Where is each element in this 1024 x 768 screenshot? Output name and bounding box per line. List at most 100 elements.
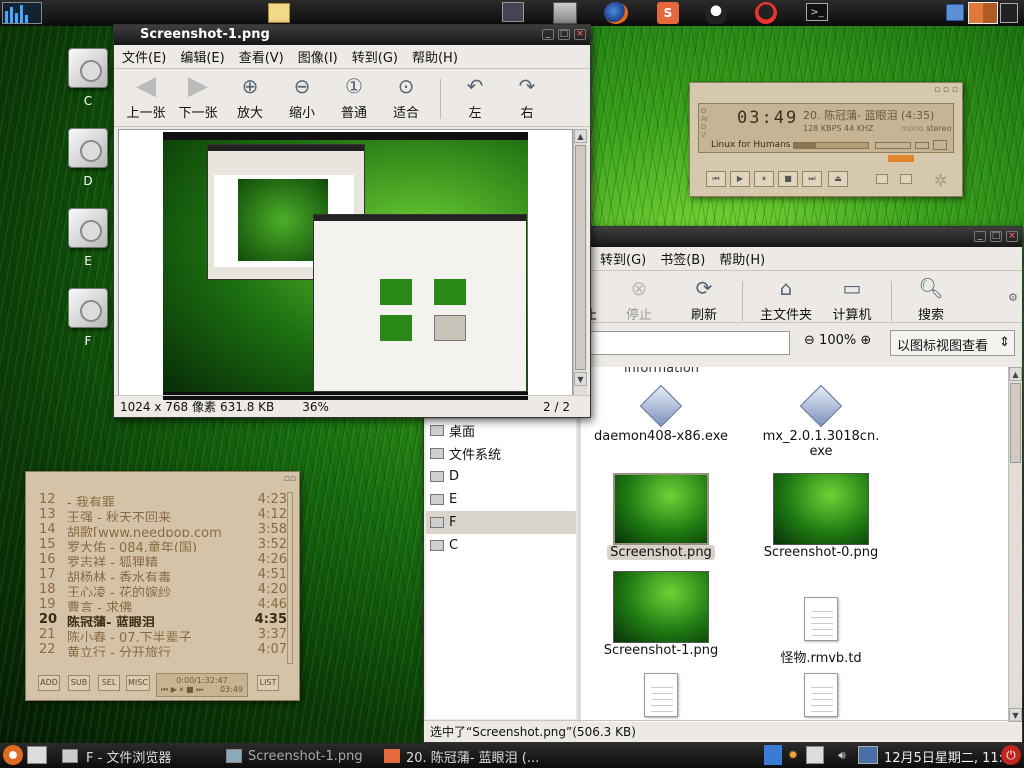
toolbar-overflow-icon[interactable]: ⚙ [1008, 291, 1018, 304]
home-button[interactable]: ⌂ 主文件夹 [751, 275, 821, 323]
playlist-row[interactable]: 14 胡歌[www.needpop.com 3:58 [39, 522, 287, 537]
menu-file[interactable]: 文件(E) [122, 47, 166, 66]
image-viewer-titlebar[interactable]: Screenshot-1.png _ □ × [114, 25, 590, 45]
repeat-button[interactable] [900, 174, 912, 184]
close-button[interactable]: × [1006, 231, 1018, 242]
shuffle-button[interactable] [876, 174, 888, 184]
playlist-scrollbar[interactable] [287, 492, 293, 664]
keyboard-icon[interactable] [806, 746, 824, 764]
playlist-row[interactable]: 18 王心凌 - 花的嫁纱 4:20 [39, 582, 287, 597]
playlist-sel-button[interactable]: SEL [98, 675, 120, 691]
previous-button[interactable]: ⏮ [706, 171, 726, 187]
maximize-button[interactable]: □ [558, 29, 570, 40]
refresh-button[interactable]: ⟳ 刷新 [674, 275, 734, 323]
workspace-switcher-icon[interactable] [968, 2, 998, 24]
menu-image[interactable]: 图像(I) [298, 47, 338, 66]
zoom-normal-button[interactable]: ① 普通 [328, 73, 380, 121]
scroll-down-icon[interactable]: ▼ [574, 372, 587, 386]
sidebar-item-c[interactable]: C [426, 534, 576, 557]
scroll-up-icon[interactable]: ▲ [574, 129, 587, 143]
play-button[interactable]: ▶ [730, 171, 750, 187]
update-icon[interactable]: ✹ [784, 746, 802, 764]
playlist-row[interactable]: 17 胡杨林 - 香水有毒 4:51 [39, 567, 287, 582]
file-item[interactable]: 怪物.rmvb.td [751, 597, 891, 666]
playlist-sub-button[interactable]: SUB [68, 675, 90, 691]
rotate-right-button[interactable]: ↷ 右 [501, 73, 553, 121]
menu-bookmarks[interactable]: 书签(B) [660, 249, 705, 268]
desktop-drive-c[interactable]: C [58, 48, 118, 108]
zoom-in-icon[interactable]: ⊕ [860, 333, 871, 348]
pause-button[interactable]: ⏸ [754, 171, 774, 187]
file-item[interactable]: Screenshot-1.png [591, 571, 731, 658]
playlist-row[interactable]: 20 陈冠蒲- 蓝眼泪 4:35 [39, 612, 287, 627]
ubuntu-menu-icon[interactable] [3, 745, 23, 765]
playlist-row[interactable]: 21 陈小春 - 07.下半辈子 3:37 [39, 627, 287, 642]
file-item-selected[interactable]: Screenshot.png [591, 473, 731, 560]
sidebar-item-e[interactable]: E [426, 488, 576, 511]
playlist-row[interactable]: 19 曹言 - 求佛 4:46 [39, 597, 287, 612]
player-window-buttons[interactable]: ▫ ▫ ▫ [934, 85, 958, 95]
player-volume[interactable] [875, 142, 911, 149]
zoom-out-icon[interactable]: ⊖ [804, 333, 815, 348]
view-mode-select[interactable]: 以图标视图查看 ⇕ [890, 330, 1015, 356]
playlist-row[interactable]: 22 黄立行 - 分开旅行 4:07 [39, 642, 287, 657]
playlist-row[interactable]: 12 - 我有罪 4:23 [39, 492, 287, 507]
scroll-thumb[interactable] [575, 145, 586, 370]
computer-button[interactable]: ▭ 计算机 [821, 275, 883, 323]
sidebar-item-filesystem[interactable]: 文件系统 [426, 442, 576, 465]
playlist-row[interactable]: 13 王强 - 秋天不回来 4:12 [39, 507, 287, 522]
menu-view[interactable]: 查看(V) [239, 47, 284, 66]
playlist-row[interactable]: 16 罗志祥 - 狐狸精 4:26 [39, 552, 287, 567]
qq-icon[interactable] [755, 2, 777, 24]
file-browser-scrollbar[interactable]: ▲ ▼ [1008, 367, 1022, 722]
location-bar[interactable] [590, 331, 790, 355]
sidebar-item-f[interactable]: F [426, 511, 576, 534]
zoom-out-button[interactable]: ⊖ 缩小 [276, 73, 328, 121]
eject-button[interactable]: ⏏ [828, 171, 848, 187]
player-balance[interactable] [915, 142, 929, 149]
mini-controls-icon[interactable]: ⏮ ▶ ⏸ ■ ⏭ [161, 685, 203, 695]
playlist-list-button[interactable]: LIST [257, 675, 279, 691]
monitor-icon[interactable] [502, 2, 524, 22]
file-item[interactable]: Screenshot-0.png [751, 473, 891, 560]
next-image-button[interactable]: ▶ 下一张 [172, 71, 224, 121]
file-item[interactable]: daemon408-x86.exe [591, 384, 731, 444]
network-icon[interactable] [858, 746, 878, 764]
show-desktop-icon[interactable] [27, 746, 47, 764]
rotate-left-button[interactable]: ↶ 左 [449, 73, 501, 121]
zoom-in-button[interactable]: ⊕ 放大 [224, 73, 276, 121]
playlist-window-buttons[interactable]: ▫▫ [284, 474, 296, 484]
minimize-button[interactable]: _ [974, 231, 986, 242]
file-item[interactable] [751, 673, 891, 717]
image-canvas[interactable] [118, 129, 573, 400]
home-folder-icon[interactable] [553, 2, 577, 24]
desktop-drive-d[interactable]: D [58, 128, 118, 188]
minimize-button[interactable]: _ [542, 29, 554, 40]
image-viewer-scrollbar[interactable]: ▲ ▼ [573, 129, 587, 396]
player-progress[interactable] [793, 142, 869, 149]
next-button[interactable]: ⏭ [802, 171, 822, 187]
menu-go[interactable]: 转到(G) [352, 47, 398, 66]
app-s-icon[interactable]: S [657, 2, 679, 24]
file-item[interactable]: mx_2.0.1.3018cn.exe [751, 384, 891, 459]
zoom-fit-button[interactable]: ⊙ 适合 [380, 73, 432, 121]
sidebar-item-d[interactable]: D [426, 465, 576, 488]
playlist-row[interactable]: 15 罗大佑 - 084.童年(国) 3:52 [39, 537, 287, 552]
system-monitor-icon[interactable] [2, 2, 42, 24]
desktop-drive-e[interactable]: E [58, 208, 118, 268]
power-icon[interactable]: ⏻ [1001, 745, 1021, 765]
menu-go[interactable]: 转到(G) [600, 249, 646, 268]
tux-icon[interactable] [705, 2, 727, 24]
playlist-add-button[interactable]: ADD [38, 675, 60, 691]
volume-icon[interactable]: 🔊︎ [834, 746, 850, 764]
menu-help[interactable]: 帮助(H) [412, 47, 458, 66]
maximize-button[interactable]: □ [990, 231, 1002, 242]
search-button[interactable]: 🔍︎ 搜索 [900, 275, 962, 323]
stop-button[interactable]: ■ [778, 171, 798, 187]
bluetooth-icon[interactable] [764, 745, 782, 765]
menu-help[interactable]: 帮助(H) [719, 249, 765, 268]
close-button[interactable]: × [574, 29, 586, 40]
scroll-thumb[interactable] [1010, 383, 1021, 463]
trash-icon[interactable] [946, 4, 964, 21]
menu-edit[interactable]: 编辑(E) [180, 47, 224, 66]
